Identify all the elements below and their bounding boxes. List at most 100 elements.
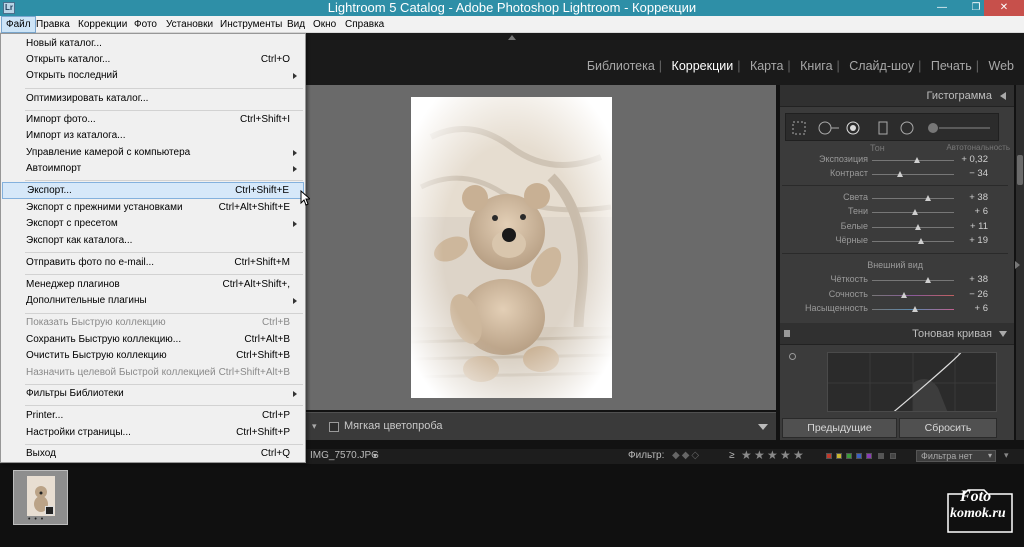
blacks-value[interactable]: + 19 xyxy=(969,235,988,246)
targeted-adjustment-icon[interactable] xyxy=(789,353,796,360)
menu-item-plugin-extras[interactable]: Дополнительные плагины xyxy=(2,293,304,310)
menu-item-import-from-catalog[interactable]: Импорт из каталога... xyxy=(2,128,304,145)
color-label-blue[interactable] xyxy=(856,453,862,459)
scrollbar-thumb[interactable] xyxy=(1017,155,1023,185)
slider-blacks[interactable]: Чёрные + 19 xyxy=(780,234,1014,248)
color-label-yellow[interactable] xyxy=(836,453,842,459)
menu-window[interactable]: Окно xyxy=(309,16,340,33)
highlights-value[interactable]: + 38 xyxy=(969,192,988,203)
filmstrip-toggle-icon[interactable]: ▾ xyxy=(1004,450,1009,461)
vibrance-track[interactable] xyxy=(872,295,954,296)
menu-edit[interactable]: Правка xyxy=(32,16,74,33)
vibrance-thumb[interactable] xyxy=(901,292,907,298)
color-label-none[interactable] xyxy=(878,453,884,459)
menu-item-import-photos[interactable]: Импорт фото... Ctrl+Shift+I xyxy=(2,112,304,129)
module-book[interactable]: Книга xyxy=(800,59,832,73)
whites-thumb[interactable] xyxy=(915,224,921,230)
menu-item-tethered-capture[interactable]: Управление камерой с компьютера xyxy=(2,145,304,162)
highlights-thumb[interactable] xyxy=(925,195,931,201)
menu-file[interactable]: Файл xyxy=(1,16,36,33)
filter-preset-select[interactable]: Фильтра нет ▾ xyxy=(916,450,996,462)
module-develop[interactable]: Коррекции xyxy=(672,59,734,73)
whites-value[interactable]: + 11 xyxy=(970,221,988,232)
contrast-value[interactable]: − 34 xyxy=(969,168,988,179)
menu-help[interactable]: Справка xyxy=(341,16,388,33)
star-icon[interactable]: ★ xyxy=(754,449,765,462)
menu-item-open-recent[interactable]: Открыть последний xyxy=(2,68,304,85)
menu-item-optimize-catalog[interactable]: Оптимизировать каталог... xyxy=(2,91,304,108)
crop-tool-icon[interactable] xyxy=(792,121,806,135)
minimize-button[interactable]: — xyxy=(928,0,956,16)
color-label-purple[interactable] xyxy=(866,453,872,459)
star-icon[interactable]: ★ xyxy=(767,449,778,462)
shadows-value[interactable]: + 6 xyxy=(975,206,988,217)
menu-settings[interactable]: Установки xyxy=(162,16,217,33)
toolbar-menu-icon[interactable] xyxy=(758,424,768,430)
slider-contrast[interactable]: Контраст − 34 xyxy=(780,167,1014,181)
top-panel-toggle-icon[interactable] xyxy=(508,35,516,40)
photo-preview[interactable] xyxy=(411,97,612,398)
slider-vibrance[interactable]: Сочность − 26 xyxy=(780,288,1014,302)
whites-track[interactable] xyxy=(872,227,954,228)
menu-develop[interactable]: Коррекции xyxy=(74,16,131,33)
module-library[interactable]: Библиотека xyxy=(587,59,655,73)
slider-shadows[interactable]: Тени + 6 xyxy=(780,205,1014,219)
menu-item-library-filters[interactable]: Фильтры Библиотеки xyxy=(2,386,304,403)
menu-item-export-preset[interactable]: Экспорт с пресетом xyxy=(2,216,304,233)
previous-button[interactable]: Предыдущие xyxy=(782,418,897,438)
color-label-other[interactable] xyxy=(890,453,896,459)
flag-filter-icon[interactable]: ◆◆◇ xyxy=(672,450,701,461)
slider-saturation[interactable]: Насыщенность + 6 xyxy=(780,302,1014,316)
slider-highlights[interactable]: Света + 38 xyxy=(780,191,1014,205)
menu-item-export[interactable]: Экспорт... Ctrl+Shift+E xyxy=(2,182,304,199)
clarity-track[interactable] xyxy=(872,280,954,281)
module-print[interactable]: Печать xyxy=(931,59,972,73)
vibrance-value[interactable]: − 26 xyxy=(969,289,988,300)
contrast-track[interactable] xyxy=(872,174,954,175)
menu-view[interactable]: Вид xyxy=(283,16,309,33)
histogram-header[interactable]: Гистограмма xyxy=(780,85,1014,107)
menu-photo[interactable]: Фото xyxy=(130,16,161,33)
tone-curve-header[interactable]: Тоновая кривая xyxy=(780,323,1014,345)
close-button[interactable]: ✕ xyxy=(984,0,1024,16)
menu-tools[interactable]: Инструменты xyxy=(216,16,286,33)
auto-tone-button[interactable]: Автотональность xyxy=(910,143,1010,152)
menu-item-printer[interactable]: Printer... Ctrl+P xyxy=(2,408,304,425)
clarity-thumb[interactable] xyxy=(925,277,931,283)
module-map[interactable]: Карта xyxy=(750,59,783,73)
menu-item-new-catalog[interactable]: Новый каталог... xyxy=(2,36,304,53)
menu-item-open-catalog[interactable]: Открыть каталог... Ctrl+O xyxy=(2,52,304,69)
slider-clarity[interactable]: Чёткость + 38 xyxy=(780,273,1014,287)
radial-filter-icon[interactable] xyxy=(900,121,914,135)
menu-item-save-quick-collection[interactable]: Сохранить Быструю коллекцию... Ctrl+Alt+B xyxy=(2,332,304,349)
exposure-value[interactable]: + 0,32 xyxy=(961,154,988,165)
module-slideshow[interactable]: Слайд-шоу xyxy=(849,59,914,73)
spot-removal-tool-icon[interactable] xyxy=(816,121,840,135)
rating-operator[interactable]: ≥ xyxy=(729,450,735,461)
menu-item-export-previous[interactable]: Экспорт с прежними установками Ctrl+Alt+S… xyxy=(2,200,304,217)
exposure-track[interactable] xyxy=(872,160,954,161)
saturation-thumb[interactable] xyxy=(912,306,918,312)
blacks-track[interactable] xyxy=(872,241,954,242)
highlights-track[interactable] xyxy=(872,198,954,199)
collapse-down-icon[interactable] xyxy=(999,331,1007,337)
shadows-thumb[interactable] xyxy=(912,209,918,215)
menu-item-export-catalog[interactable]: Экспорт как каталога... xyxy=(2,233,304,250)
clarity-value[interactable]: + 38 xyxy=(969,274,988,285)
color-label-red[interactable] xyxy=(826,453,832,459)
slider-exposure[interactable]: Экспозиция + 0,32 xyxy=(780,153,1014,167)
blacks-thumb[interactable] xyxy=(918,238,924,244)
color-label-green[interactable] xyxy=(846,453,852,459)
filename-menu-icon[interactable]: ▾ xyxy=(373,451,377,460)
menu-item-email-photo[interactable]: Отправить фото по e-mail... Ctrl+Shift+M xyxy=(2,255,304,272)
graduated-filter-icon[interactable] xyxy=(876,121,890,135)
star-icon[interactable]: ★ xyxy=(793,449,804,462)
saturation-value[interactable]: + 6 xyxy=(975,303,988,314)
reset-button[interactable]: Сбросить xyxy=(899,418,997,438)
star-icon[interactable]: ★ xyxy=(741,449,752,462)
menu-item-clear-quick-collection[interactable]: Очистить Быструю коллекцию Ctrl+Shift+B xyxy=(2,348,304,365)
tone-curve-graph[interactable] xyxy=(827,352,997,412)
red-eye-tool-icon[interactable] xyxy=(846,121,860,135)
contrast-thumb[interactable] xyxy=(897,171,903,177)
soft-proof-checkbox[interactable] xyxy=(329,422,339,432)
